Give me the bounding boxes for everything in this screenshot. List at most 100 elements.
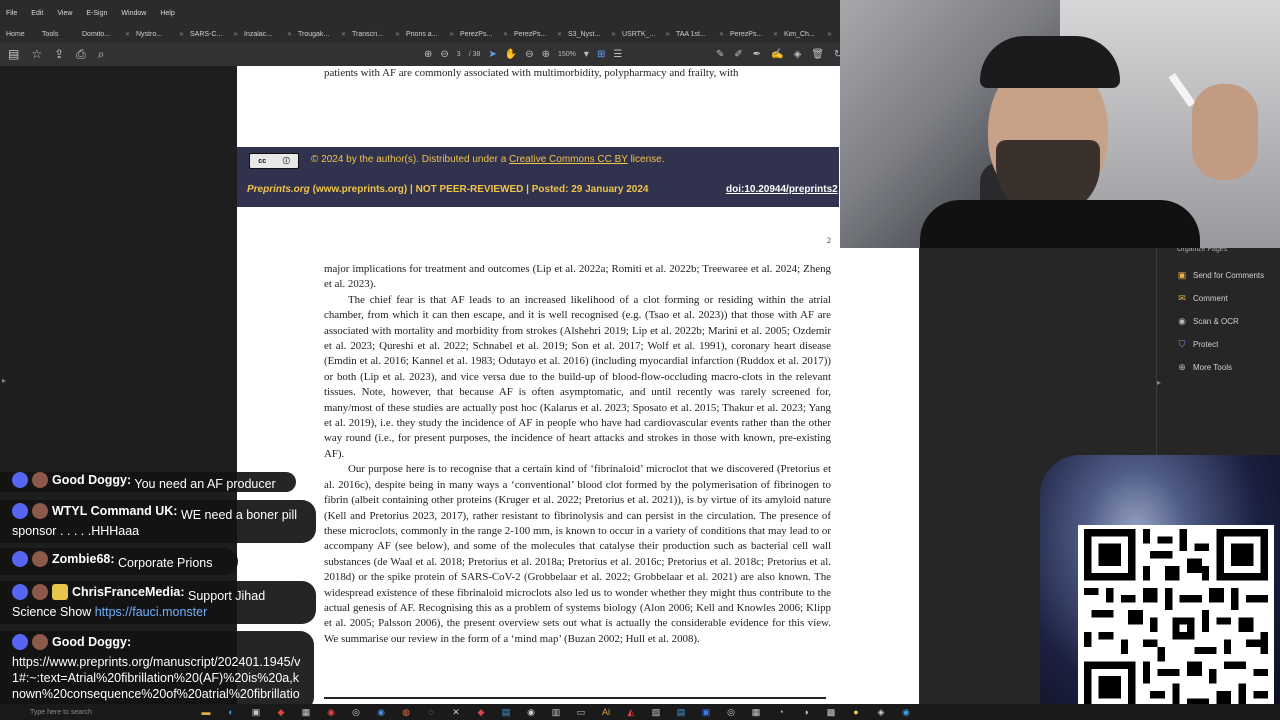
close-icon[interactable]: ✕ <box>449 31 458 38</box>
expand-pane-icon[interactable]: ▸ <box>2 376 6 385</box>
close-icon[interactable]: ✕ <box>395 31 404 38</box>
menu-help[interactable]: Help <box>158 10 176 17</box>
close-icon[interactable]: ✕ <box>233 31 242 38</box>
page-up-icon[interactable]: ⊕ <box>424 49 432 60</box>
app-icon[interactable]: ▤ <box>675 706 687 718</box>
app-icon[interactable]: ◌ <box>425 706 437 718</box>
tab-document[interactable]: Inzalac... ✕ <box>242 31 296 38</box>
tool-send-for-comments[interactable]: ▣ Send for Comments <box>1177 264 1264 287</box>
app-icon[interactable]: ◔ <box>775 706 787 718</box>
outlook-icon[interactable]: ▣ <box>700 706 712 718</box>
app-icon[interactable]: ◉ <box>900 706 912 718</box>
taskbar-search[interactable]: Type here to search <box>30 706 215 718</box>
app-icon[interactable]: ◉ <box>525 706 537 718</box>
close-icon[interactable]: ✕ <box>827 31 836 38</box>
tab-document[interactable]: TAA 1st... ✕ <box>674 31 728 38</box>
app-icon[interactable]: ▩ <box>825 706 837 718</box>
chrome-icon[interactable]: ◉ <box>375 706 387 718</box>
app-icon[interactable]: ▦ <box>300 706 312 718</box>
close-icon[interactable]: ✕ <box>341 31 350 38</box>
scroll-mode-icon[interactable]: ☰ <box>613 49 622 60</box>
tab-document[interactable]: Transcri... ✕ <box>350 31 404 38</box>
delete-icon[interactable]: 🗑 <box>811 49 824 60</box>
tab-document[interactable]: PerezPs... ✕ <box>512 31 566 38</box>
close-icon[interactable]: ✕ <box>665 31 674 38</box>
zoom-level[interactable]: 150% <box>558 51 576 58</box>
doi-link[interactable]: doi:10.20944/preprints2 <box>726 184 838 195</box>
chat-text[interactable]: https://www.preprints.org/manuscript/202… <box>12 655 300 711</box>
menu-window[interactable]: Window <box>119 10 148 17</box>
search-icon[interactable]: ⌕ <box>98 47 105 62</box>
draw-icon[interactable]: ✒ <box>753 49 761 60</box>
chat-link[interactable]: https://fauci.monster <box>95 605 208 619</box>
app-icon[interactable]: ▣ <box>250 706 262 718</box>
close-icon[interactable]: ✕ <box>287 31 296 38</box>
collapse-pane-icon[interactable]: ▸ <box>1157 378 1161 387</box>
acrobat-icon[interactable]: ◭ <box>625 706 637 718</box>
close-icon[interactable]: ✕ <box>125 31 134 38</box>
app-icon[interactable]: ◎ <box>725 706 737 718</box>
tab-home[interactable]: Home <box>0 31 36 38</box>
select-cursor-icon[interactable]: ➤ <box>488 49 496 60</box>
comment-icon[interactable]: ✎ <box>716 49 724 60</box>
close-icon[interactable]: ✕ <box>557 31 566 38</box>
tab-document[interactable]: SARS-C... ✕ <box>188 31 242 38</box>
edge-icon[interactable]: ◐ <box>225 706 237 718</box>
close-icon[interactable]: ✕ <box>773 31 782 38</box>
page-number-input[interactable]: 3 <box>457 51 461 58</box>
tab-tools[interactable]: Tools <box>36 31 80 38</box>
page-down-icon[interactable]: ⊖ <box>440 49 448 60</box>
tab-document[interactable]: USRTK_... ✕ <box>620 31 674 38</box>
tab-document[interactable]: S3_Nyst... ✕ <box>566 31 620 38</box>
sign-icon[interactable]: ✍ <box>771 49 783 60</box>
close-icon[interactable]: ✕ <box>179 31 188 38</box>
highlight-icon[interactable]: ✐ <box>734 49 742 60</box>
zoom-out-icon[interactable]: ⊖ <box>525 49 533 60</box>
chevron-down-icon[interactable]: ▾ <box>584 49 589 60</box>
close-icon[interactable]: ✕ <box>719 31 728 38</box>
print-icon[interactable]: ⎙ <box>76 47 86 62</box>
file-explorer-icon[interactable]: ▬ <box>200 706 212 718</box>
tool-scan-ocr[interactable]: ◉ Scan & OCR <box>1177 310 1264 333</box>
close-icon[interactable]: ✕ <box>611 31 620 38</box>
app-icon[interactable]: ▤ <box>500 706 512 718</box>
create-icon[interactable]: ▤ <box>8 47 19 62</box>
license-link[interactable]: Creative Commons CC BY <box>509 154 628 165</box>
tab-document[interactable]: PerezPs... ✕ <box>728 31 782 38</box>
hand-tool-icon[interactable]: ✋ <box>505 49 517 60</box>
tab-document[interactable]: Nystro... ✕ <box>134 31 188 38</box>
tab-document[interactable]: Kim_Ch... ✕ <box>782 31 836 38</box>
upload-icon[interactable]: ⇪ <box>54 47 64 62</box>
app-icon[interactable]: ◆ <box>475 706 487 718</box>
tab-document[interactable]: PerezPs... ✕ <box>458 31 512 38</box>
document-view[interactable]: patients with AF are commonly associated… <box>237 66 919 720</box>
app-icon[interactable]: ◈ <box>875 706 887 718</box>
tool-more-tools[interactable]: ⊕ More Tools <box>1177 356 1264 379</box>
fit-page-icon[interactable]: ⊞ <box>597 49 605 60</box>
app-icon[interactable]: ▨ <box>650 706 662 718</box>
x-icon[interactable]: ✕ <box>450 706 462 718</box>
menu-view[interactable]: View <box>55 10 74 17</box>
app-icon[interactable]: ◑ <box>800 706 812 718</box>
stamp-icon[interactable]: ◈ <box>794 49 802 60</box>
app-icon[interactable]: ◉ <box>325 706 337 718</box>
illustrator-icon[interactable]: Ai <box>600 706 612 718</box>
menu-file[interactable]: File <box>4 10 19 17</box>
app-icon[interactable]: ▥ <box>550 706 562 718</box>
bookmark-star-icon[interactable]: ☆ <box>31 47 42 62</box>
tab-document[interactable]: Domito... ✕ <box>80 31 134 38</box>
tab-document[interactable]: Trougak... ✕ <box>296 31 350 38</box>
app-icon[interactable]: ▦ <box>750 706 762 718</box>
tool-comment[interactable]: ✉ Comment <box>1177 287 1264 310</box>
app-icon[interactable]: ◆ <box>275 706 287 718</box>
app-icon[interactable]: ▭ <box>575 706 587 718</box>
app-icon[interactable]: ● <box>850 706 862 718</box>
menu-esign[interactable]: E-Sign <box>84 10 109 17</box>
tab-document[interactable]: Prions a... ✕ <box>404 31 458 38</box>
firefox-icon[interactable]: ◍ <box>400 706 412 718</box>
menu-edit[interactable]: Edit <box>29 10 45 17</box>
tool-protect[interactable]: ⛉ Protect <box>1177 333 1264 356</box>
close-icon[interactable]: ✕ <box>503 31 512 38</box>
obs-icon[interactable]: ◎ <box>350 706 362 718</box>
zoom-in-icon[interactable]: ⊕ <box>542 49 550 60</box>
